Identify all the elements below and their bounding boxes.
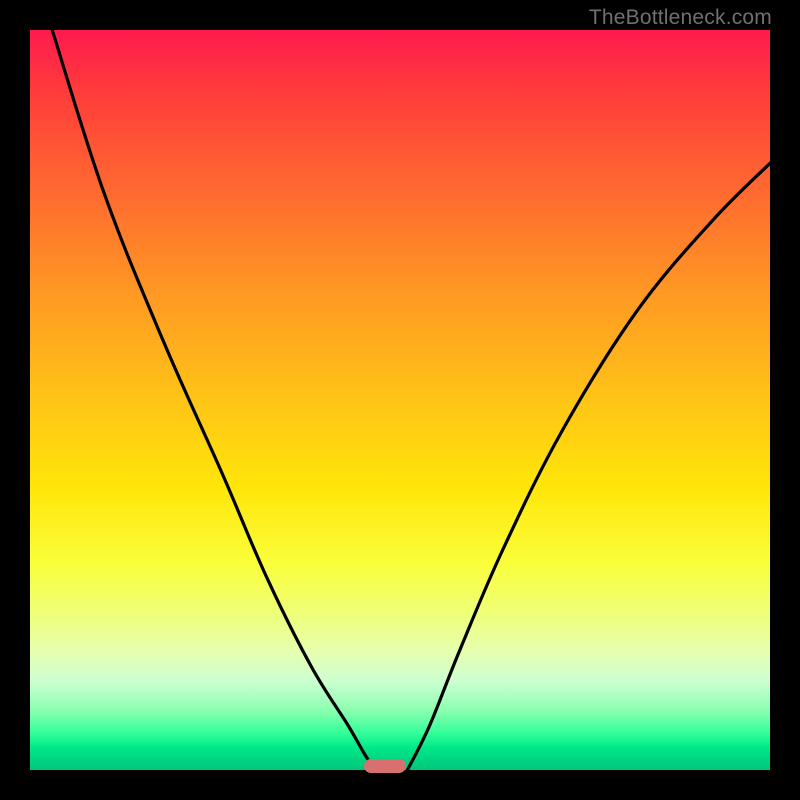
watermark-text: TheBottleneck.com — [589, 6, 772, 30]
right-curve — [407, 163, 770, 770]
curves-svg — [30, 30, 770, 770]
bottleneck-marker — [364, 759, 406, 773]
plot-area — [30, 30, 770, 770]
chart-frame: TheBottleneck.com — [0, 0, 800, 800]
left-curve — [52, 30, 385, 770]
